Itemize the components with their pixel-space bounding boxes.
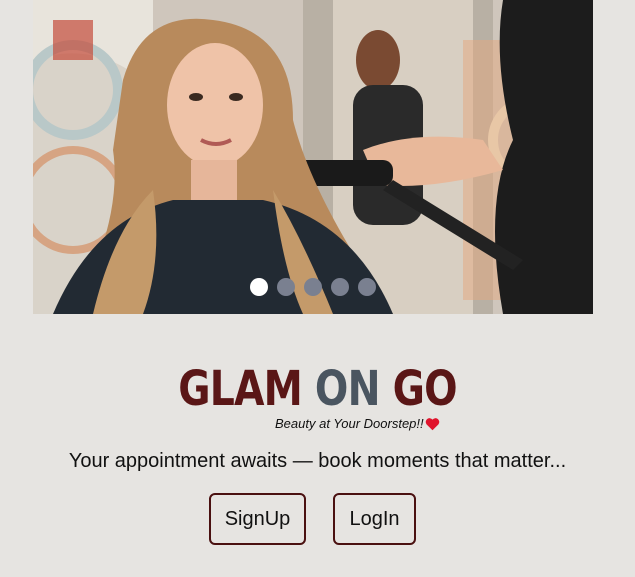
carousel-dot-1[interactable] <box>250 278 268 296</box>
login-button[interactable]: LogIn <box>333 493 416 545</box>
carousel-dot-2[interactable] <box>277 278 295 296</box>
logo-text-on: ON <box>314 361 381 417</box>
hero-image <box>33 0 593 314</box>
carousel-dot-4[interactable] <box>331 278 349 296</box>
hero-carousel[interactable] <box>33 0 593 314</box>
carousel-dot-5[interactable] <box>358 278 376 296</box>
heart-icon <box>425 417 439 430</box>
carousel-indicators <box>33 278 593 296</box>
brand-tagline: Beauty at Your Doorstep!! <box>275 416 440 431</box>
logo-text-go: GO <box>392 361 458 417</box>
logo-text-glam: GLAM <box>178 361 303 417</box>
tagline-text: Beauty at Your Doorstep!! <box>275 416 424 431</box>
brand-logo: GLAM ON GO <box>57 362 578 416</box>
page-subtitle: Your appointment awaits — book moments t… <box>68 450 567 472</box>
carousel-dot-3[interactable] <box>304 278 322 296</box>
signup-button[interactable]: SignUp <box>209 493 306 545</box>
